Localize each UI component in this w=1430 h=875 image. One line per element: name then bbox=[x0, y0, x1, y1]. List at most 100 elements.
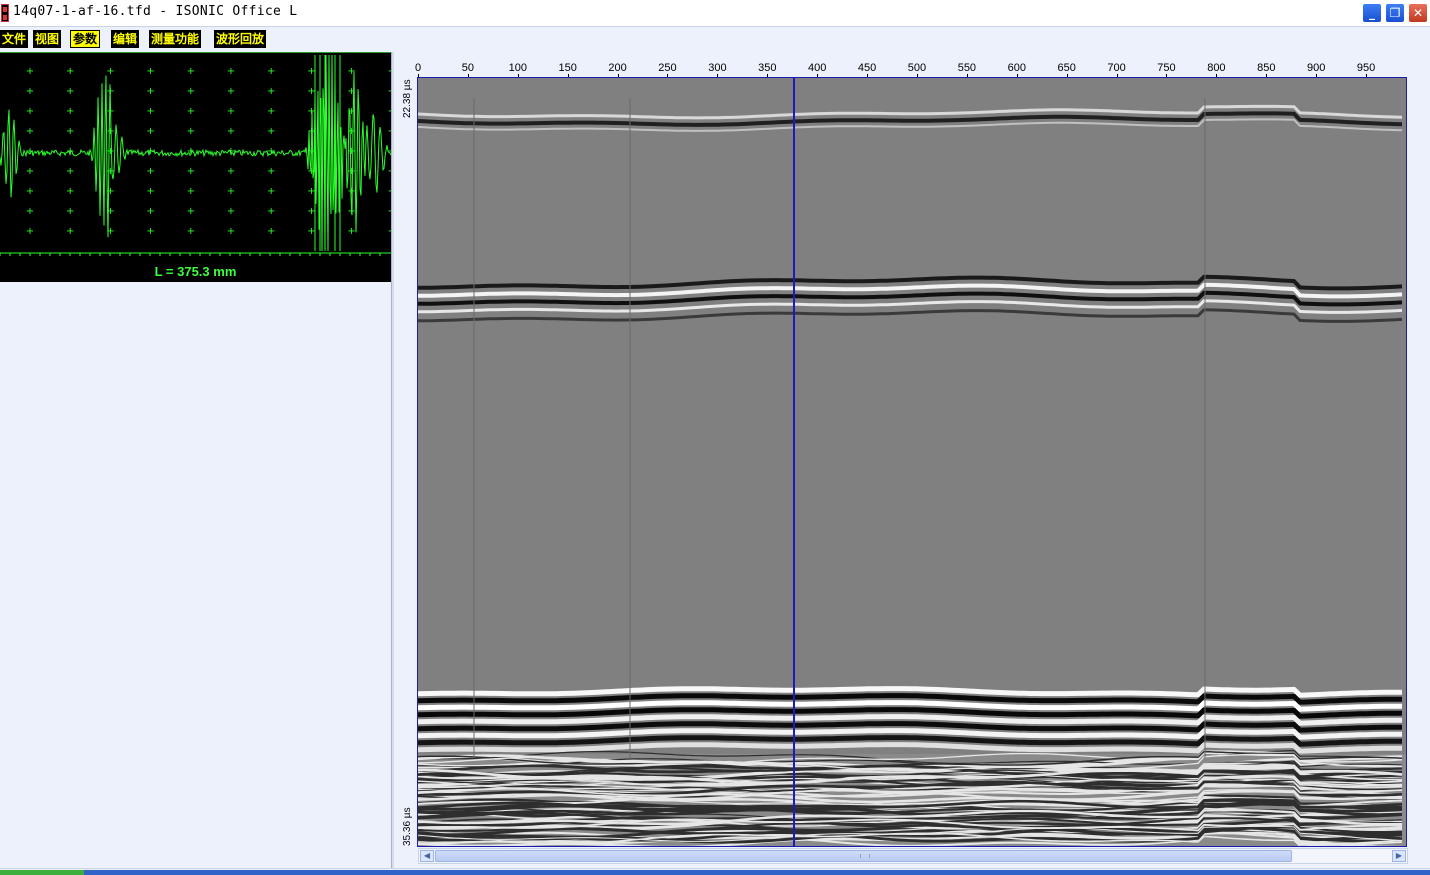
x-tick-label: 350 bbox=[758, 62, 777, 74]
menu-edit[interactable]: 编辑 bbox=[111, 30, 140, 48]
x-tick-label: 950 bbox=[1356, 62, 1376, 74]
x-tick-label: 450 bbox=[857, 62, 877, 74]
ascan-panel[interactable]: + + + + + + + + + + + + + + + + + + + + + + + + + + + + + + + + + + + + + + + +… bbox=[0, 52, 392, 282]
grid-cross-icon: + bbox=[66, 86, 74, 97]
grip-icon bbox=[860, 854, 870, 858]
grid-cross-icon: + bbox=[146, 186, 154, 197]
menu-file[interactable]: 文件 bbox=[0, 30, 29, 48]
grid-cross-icon: + bbox=[26, 166, 34, 177]
grid-cross-icon: + bbox=[66, 66, 74, 77]
x-tick-label: 250 bbox=[658, 62, 677, 74]
y-axis-top-label: 22.38 µs bbox=[402, 79, 413, 118]
status-accent bbox=[0, 870, 84, 875]
grid-cross-icon: + bbox=[146, 166, 154, 177]
grid-cross-icon: + bbox=[267, 186, 275, 197]
grid-cross-icon: + bbox=[227, 206, 235, 217]
grid-cross-icon: + bbox=[227, 106, 235, 117]
grid-cross-icon: + bbox=[347, 166, 355, 177]
x-tick-label: 850 bbox=[1257, 62, 1276, 74]
x-tick-label: 300 bbox=[708, 62, 727, 74]
x-tick-label: 600 bbox=[1007, 62, 1026, 74]
grid-cross-icon: + bbox=[307, 206, 315, 217]
x-tick-label: 750 bbox=[1157, 62, 1176, 74]
grid-cross-icon: + bbox=[187, 126, 195, 137]
grid-cross-icon: + bbox=[267, 166, 275, 177]
grid-cross-icon: + bbox=[106, 126, 114, 137]
maximize-button[interactable]: ❐ bbox=[1385, 3, 1405, 23]
grid-cross-icon: + bbox=[227, 186, 235, 197]
menu-parameters[interactable]: 参数 bbox=[70, 30, 101, 48]
grid-cross-icon: + bbox=[307, 86, 315, 97]
window-title: 14q07-1-af-16.tfd - ISONIC Office L bbox=[13, 4, 298, 19]
x-tick-label: 50 bbox=[461, 62, 475, 74]
bscan-echo-image bbox=[418, 98, 1406, 846]
grid-cross-icon: + bbox=[106, 146, 114, 157]
grid-cross-icon: + bbox=[267, 66, 275, 77]
x-tick-label: 700 bbox=[1107, 62, 1126, 74]
x-tick-label: 550 bbox=[957, 62, 977, 74]
grid-cross-icon: + bbox=[227, 86, 235, 97]
ascan-trace bbox=[0, 54, 391, 252]
grid-cross-icon: + bbox=[66, 186, 74, 197]
grid-cross-icon: + bbox=[227, 66, 235, 77]
grid-cross-icon: + bbox=[26, 86, 34, 97]
bscan-image[interactable] bbox=[417, 77, 1407, 847]
x-axis: 0 50 100 150 200 250 300 350 400 450 500 550 600 650 7… bbox=[394, 52, 1430, 78]
menu-bar: 文件 视图 参数 编辑 测量功能 波形回放 bbox=[0, 27, 1430, 51]
ascan-waveform-plot[interactable]: + + + + + + + + + + + + + + + + + + + + + + + + + + + + + + + + + + + + + + + +… bbox=[0, 53, 391, 263]
grid-cross-icon: + bbox=[146, 86, 154, 97]
grid-cross-icon: + bbox=[26, 66, 34, 77]
menu-view[interactable]: 视图 bbox=[33, 30, 62, 48]
grid-cross-icon: + bbox=[26, 106, 34, 117]
grid-cross-icon: + bbox=[146, 66, 154, 77]
x-tick-label: 200 bbox=[608, 62, 627, 74]
grid-cross-icon: + bbox=[227, 226, 235, 237]
scroll-right-arrow-icon[interactable]: ▶ bbox=[1392, 850, 1406, 862]
grid-cross-icon: + bbox=[187, 66, 195, 77]
grid-cross-icon: + bbox=[227, 166, 235, 177]
grid-cross-icon: + bbox=[146, 126, 154, 137]
position-cursor-line[interactable] bbox=[792, 78, 795, 846]
grid-cross-icon: + bbox=[66, 126, 74, 137]
grid-cross-icon: + bbox=[26, 226, 34, 237]
grid-cross-icon: + bbox=[187, 146, 195, 157]
grid-cross-icon: + bbox=[307, 66, 315, 77]
grid-cross-icon: + bbox=[347, 186, 355, 197]
scrollbar-thumb[interactable] bbox=[435, 850, 1292, 862]
ascan-distance-readout: L = 375.3 mm bbox=[154, 264, 237, 279]
grid-cross-icon: + bbox=[187, 186, 195, 197]
grid-cross-icon: + bbox=[187, 106, 195, 117]
grid-cross-icon: + bbox=[267, 106, 275, 117]
x-tick-label: 900 bbox=[1306, 62, 1326, 74]
grid-cross-icon: + bbox=[146, 226, 154, 237]
grid-cross-icon: + bbox=[66, 206, 74, 217]
grid-cross-icon: + bbox=[66, 226, 74, 237]
grid-cross-icon: + bbox=[227, 126, 235, 137]
status-strip bbox=[84, 870, 1430, 875]
grid-cross-icon: + bbox=[267, 206, 275, 217]
grid-cross-icon: + bbox=[26, 186, 34, 197]
menu-waveform-playback[interactable]: 波形回放 bbox=[214, 30, 267, 48]
minimize-button[interactable]: _ bbox=[1362, 3, 1382, 23]
grid-cross-icon: + bbox=[187, 226, 195, 237]
x-tick-label: 500 bbox=[907, 62, 927, 74]
y-axis-bottom-label: 35.36 µs bbox=[402, 807, 413, 846]
scroll-left-arrow-icon[interactable]: ◀ bbox=[420, 850, 434, 862]
close-button[interactable]: ✕ bbox=[1408, 3, 1428, 23]
grid-cross-icon: + bbox=[307, 226, 315, 237]
grid-cross-icon: + bbox=[267, 86, 275, 97]
grid-cross-icon: + bbox=[187, 166, 195, 177]
grid-cross-icon: + bbox=[187, 206, 195, 217]
x-tick-label: 400 bbox=[808, 62, 827, 74]
grid-cross-icon: + bbox=[267, 226, 275, 237]
grid-cross-icon: + bbox=[106, 66, 114, 77]
x-tick-label: 800 bbox=[1207, 62, 1226, 74]
x-tick-label: 0 bbox=[414, 62, 422, 74]
horizontal-scrollbar[interactable]: ◀ ▶ bbox=[418, 848, 1408, 864]
menu-measurement[interactable]: 测量功能 bbox=[149, 30, 202, 48]
grid-cross-icon: + bbox=[66, 106, 74, 117]
grid-cross-icon: + bbox=[146, 206, 154, 217]
app-icon[interactable] bbox=[1, 4, 9, 22]
x-tick-label: 650 bbox=[1057, 62, 1076, 74]
grid-cross-icon: + bbox=[26, 206, 34, 217]
